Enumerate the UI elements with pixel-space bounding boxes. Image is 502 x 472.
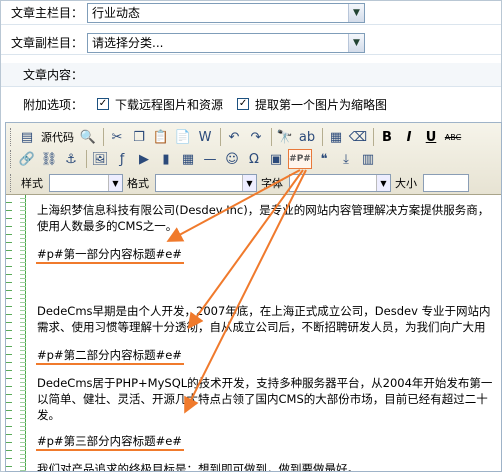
first-image-thumb-checkbox[interactable]: ✓: [237, 98, 250, 110]
special-char-icon[interactable]: Ω: [244, 149, 264, 169]
sub-column-select[interactable]: 请选择分类... ▼: [87, 32, 365, 53]
anchor-icon[interactable]: ⚓: [61, 149, 81, 169]
paragraph-line: 发。: [37, 408, 60, 422]
download-images-label: 下载远程图片和资源: [115, 97, 224, 112]
format-combo[interactable]: ▼: [155, 174, 257, 192]
content-row: 文章内容：: [1, 63, 501, 87]
strike-button[interactable]: ABC: [443, 127, 463, 147]
download-icon[interactable]: ⤓: [336, 149, 356, 169]
source-icon[interactable]: ▤: [17, 127, 37, 147]
main-column-row: 文章主栏目： 行业动态 ▼: [1, 1, 501, 25]
download-images-checkbox[interactable]: ✓: [97, 98, 109, 110]
main-column-value: 行业动态: [92, 6, 141, 20]
chevron-down-icon: ▼: [376, 175, 390, 191]
size-label: 大小: [395, 177, 417, 190]
link-icon[interactable]: 🔗: [17, 149, 37, 169]
chevron-down-icon: ▼: [348, 3, 364, 22]
underline-button[interactable]: U: [421, 127, 441, 147]
main-column-select[interactable]: 行业动态 ▼: [87, 2, 365, 23]
paste-word-icon[interactable]: W: [195, 127, 215, 147]
chevron-down-icon: ▼: [108, 175, 122, 191]
chevron-down-icon: ▼: [348, 33, 364, 52]
main-column-label: 文章主栏目：: [10, 6, 83, 20]
undo-icon[interactable]: ↶: [224, 127, 244, 147]
content-label: 文章内容：: [22, 68, 83, 82]
find-icon[interactable]: 🔭: [275, 127, 295, 147]
size-combo[interactable]: [423, 174, 469, 192]
paragraph-line: 上海织梦信息科技有限公司(Desdev Inc)，是专业的网站内容管理解决方案提…: [37, 203, 490, 217]
editor-content[interactable]: 上海织梦信息科技有限公司(Desdev Inc)，是专业的网站内容管理解决方案提…: [6, 195, 501, 471]
sub-column-row: 文章副栏目： 请选择分类... ▼: [1, 31, 501, 55]
redo-icon[interactable]: ↷: [246, 127, 266, 147]
smiley-icon[interactable]: ☺: [222, 149, 242, 169]
preview-icon[interactable]: 🔍: [78, 127, 98, 147]
page-break-button[interactable]: #P#: [288, 149, 312, 169]
style-label: 样式: [21, 177, 43, 190]
chevron-down-icon: ▼: [242, 175, 256, 191]
code-icon[interactable]: ▣: [266, 149, 286, 169]
source-code-button[interactable]: 源代码: [39, 127, 76, 147]
paragraph-line: 使用人数最多的CMS之一。: [37, 219, 178, 233]
bold-button[interactable]: B: [377, 127, 397, 147]
addon-icon[interactable]: ▮: [156, 149, 176, 169]
format-label: 格式: [127, 177, 149, 190]
italic-button[interactable]: I: [399, 127, 419, 147]
media-icon[interactable]: ▶: [134, 149, 154, 169]
paragraph-line: DedeCms早期是由个人开发，2007年底，在上海正式成立公司，Desdev …: [37, 304, 491, 318]
page-marker-1: #p#第一部分内容标题#e#: [37, 247, 182, 261]
paragraph-line: 需求、使用习惯等理解十分透彻，自从成立公司后，不断招聘研发人员，为我们向广大用: [37, 320, 486, 334]
marker-underline: [36, 262, 184, 264]
font-combo[interactable]: ▼: [289, 174, 391, 192]
paragraph-line: 以简单、健壮、灵活、开源几大特点占领了国内CMS的大部份市场，目前已经有超过二十: [37, 392, 488, 406]
paste-text-icon[interactable]: 📄: [173, 127, 193, 147]
toolbar-row-3: 样式 ▼ 格式 ▼ 字体 ▼ 大小: [10, 171, 469, 195]
style-combo[interactable]: ▼: [49, 174, 123, 192]
replace-icon[interactable]: ab: [297, 127, 317, 147]
marker-underline: [36, 449, 184, 451]
copy-icon[interactable]: ❐: [129, 127, 149, 147]
paragraph-line: 我们对产品追求的终极目标是：想到即可做到，做到要做最好。: [37, 462, 359, 471]
paste-icon[interactable]: 📋: [151, 127, 171, 147]
page-marker-2: #p#第二部分内容标题#e#: [37, 348, 182, 362]
image-icon[interactable]: 🖼: [90, 149, 110, 169]
font-label: 字体: [261, 177, 283, 190]
select-all-icon[interactable]: ▦: [326, 127, 346, 147]
remove-format-icon[interactable]: ⌫: [348, 127, 368, 147]
flash-icon[interactable]: ƒ: [112, 149, 132, 169]
toolbar-row-1: ▤ 源代码 🔍 ✂ ❐ 📋 📄 W ↶ ↷ 🔭 ab ▦ ⌫ B I U ABC: [10, 125, 465, 149]
rich-text-editor: ▤ 源代码 🔍 ✂ ❐ 📋 📄 W ↶ ↷ 🔭 ab ▦ ⌫ B I U ABC: [5, 122, 502, 472]
marker-underline: [36, 363, 184, 365]
sub-column-label: 文章副栏目：: [10, 36, 83, 50]
cut-icon[interactable]: ✂: [107, 127, 127, 147]
editor-toolbar: ▤ 源代码 🔍 ✂ ❐ 📋 📄 W ↶ ↷ 🔭 ab ▦ ⌫ B I U ABC: [6, 123, 501, 195]
table-icon[interactable]: ▦: [178, 149, 198, 169]
options-row: 附加选项： ✓ 下载远程图片和资源 ✓ 提取第一个图片为缩略图: [1, 91, 501, 117]
sub-column-value: 请选择分类...: [92, 36, 164, 50]
first-image-thumb-label: 提取第一个图片为缩略图: [255, 97, 388, 112]
quote-icon[interactable]: ❝: [314, 149, 334, 169]
extra-icon[interactable]: ▥: [358, 149, 378, 169]
paragraph-line: DedeCms居于PHP+MySQL的技术开发，支持多种服务器平台，从2004年…: [37, 376, 493, 390]
toolbar-row-2: 🔗 ⛓ ⚓ 🖼 ƒ ▶ ▮ ▦ — ☺ Ω ▣ #P# ❝ ⤓ ▥: [10, 147, 380, 171]
page-marker-3: #p#第三部分内容标题#e#: [37, 434, 182, 448]
unlink-icon[interactable]: ⛓: [39, 149, 59, 169]
hr-icon[interactable]: —: [200, 149, 220, 169]
options-label: 附加选项：: [22, 97, 83, 112]
